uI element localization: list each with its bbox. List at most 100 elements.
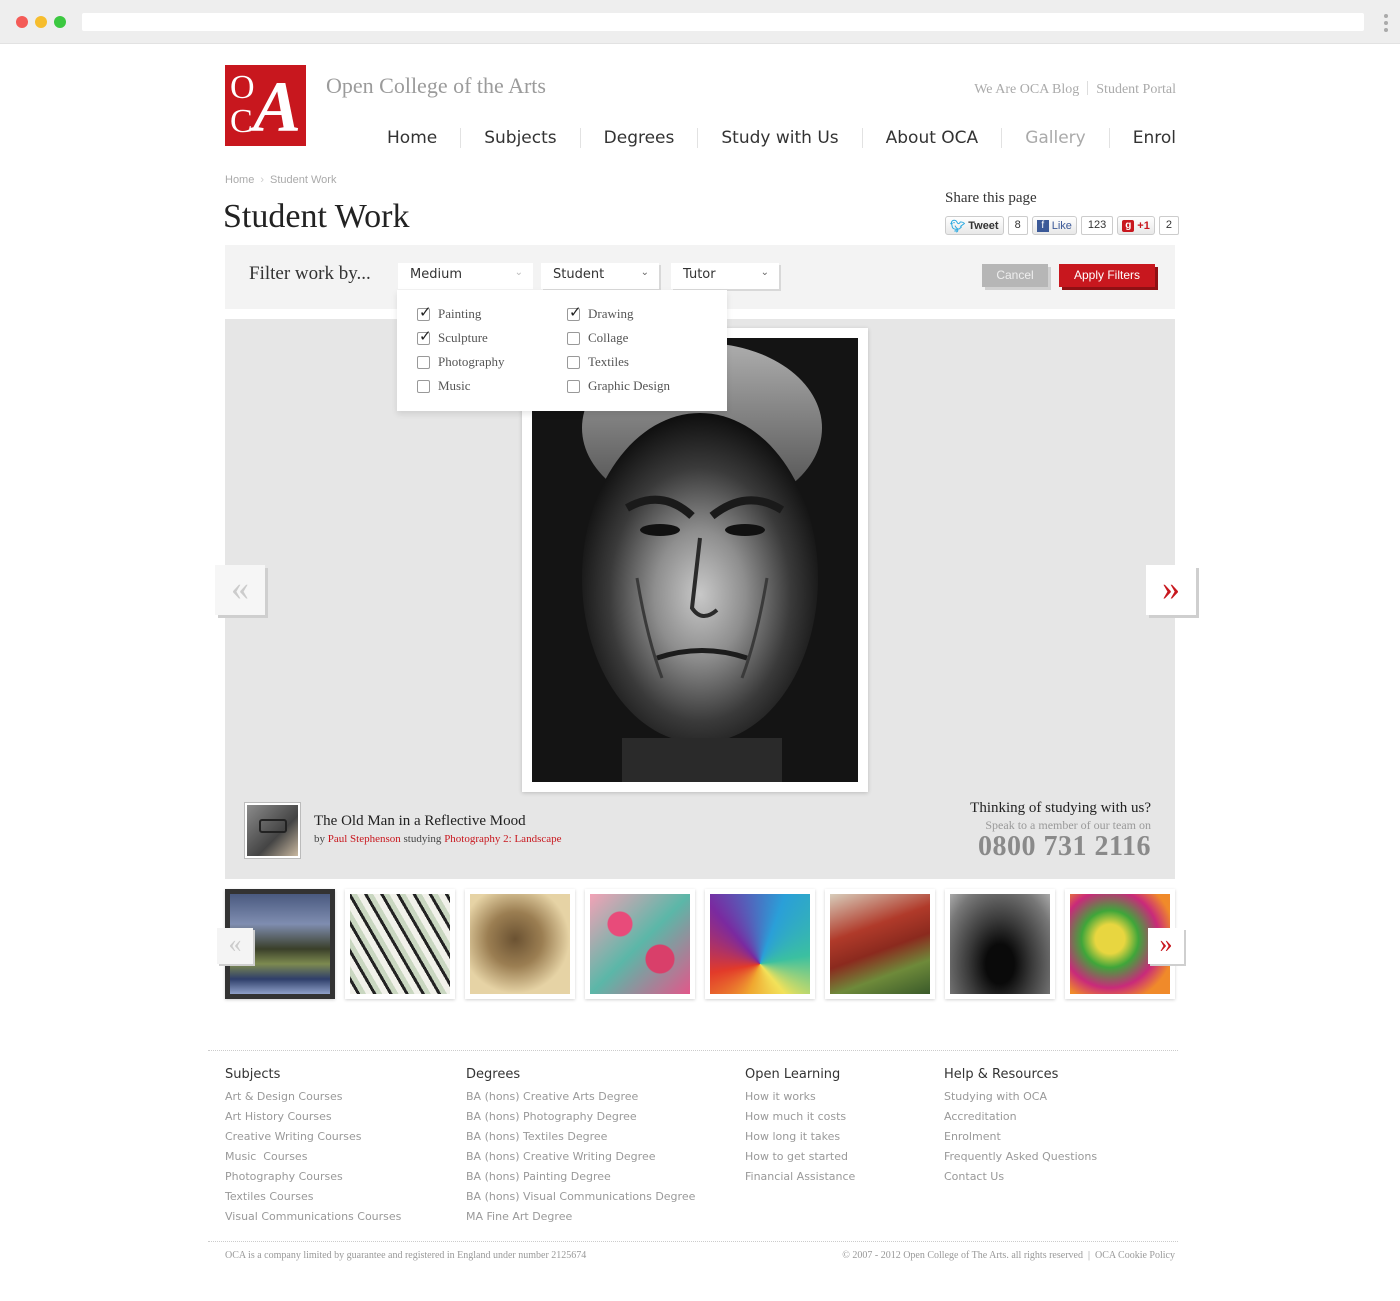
- site-title[interactable]: Open College of the Arts: [326, 73, 546, 99]
- artist-avatar[interactable]: [244, 802, 301, 859]
- option-graphic-design[interactable]: Graphic Design: [567, 378, 670, 394]
- checkbox[interactable]: [567, 331, 580, 345]
- nav-gallery[interactable]: Gallery: [1025, 128, 1086, 148]
- checkbox[interactable]: ✓: [417, 327, 432, 345]
- nav-subjects[interactable]: Subjects: [484, 128, 556, 148]
- contact-promo: Thinking of studying with us? Speak to a…: [970, 800, 1151, 863]
- facebook-like-button[interactable]: f Like: [1031, 216, 1077, 235]
- footer-link[interactable]: How long it takes: [745, 1127, 855, 1147]
- thumbnails-previous-button[interactable]: «: [217, 928, 253, 964]
- nav-enrol[interactable]: Enrol: [1133, 128, 1176, 148]
- footer-column-open-learning: Open Learning How it works How much it c…: [745, 1067, 855, 1187]
- footer-link[interactable]: BA (hons) Creative Arts Degree: [466, 1087, 695, 1107]
- nav-degrees[interactable]: Degrees: [604, 128, 675, 148]
- artist-link[interactable]: Paul Stephenson: [328, 833, 401, 845]
- footer-link[interactable]: How much it costs: [745, 1107, 855, 1127]
- medium-select[interactable]: Medium ⌄: [398, 263, 533, 289]
- like-count: 123: [1080, 216, 1114, 235]
- course-link[interactable]: Photography 2: Landscape: [444, 833, 561, 845]
- apply-filters-button[interactable]: Apply Filters: [1059, 264, 1155, 287]
- breadcrumb-home[interactable]: Home: [225, 174, 254, 186]
- footer-link[interactable]: BA (hons) Textiles Degree: [466, 1127, 695, 1147]
- checkbox[interactable]: ✓: [417, 303, 432, 321]
- medium-dropdown-panel: ✓ Painting ✓ Sculpture Photography Music ✓…: [397, 290, 727, 411]
- student-portal-link[interactable]: Student Portal: [1096, 82, 1176, 97]
- divider: [1087, 81, 1089, 95]
- thumbnail-abstract-color[interactable]: [705, 889, 815, 999]
- option-collage[interactable]: Collage: [567, 330, 628, 346]
- next-artwork-button[interactable]: »: [1146, 565, 1196, 615]
- promo-phone[interactable]: 0800 731 2116: [970, 831, 1151, 863]
- footer-link[interactable]: BA (hons) Visual Communications Degree: [466, 1187, 695, 1207]
- footer-link[interactable]: Textiles Courses: [225, 1187, 401, 1207]
- thumbnail-dark-object[interactable]: [945, 889, 1055, 999]
- footer-divider: [208, 1050, 1178, 1051]
- option-textiles[interactable]: Textiles: [567, 354, 629, 370]
- footer-link[interactable]: Visual Communications Courses: [225, 1207, 401, 1227]
- address-bar[interactable]: [82, 13, 1364, 31]
- thumbnail-warrior[interactable]: [825, 889, 935, 999]
- option-sculpture[interactable]: ✓ Sculpture: [417, 327, 488, 346]
- google-plus-one-button[interactable]: g +1: [1117, 216, 1155, 235]
- footer-link[interactable]: Art & Design Courses: [225, 1087, 401, 1107]
- footer-link[interactable]: Frequently Asked Questions: [944, 1147, 1097, 1167]
- thumbnail-tiger[interactable]: [345, 889, 455, 999]
- footer-link[interactable]: How to get started: [745, 1147, 855, 1167]
- blog-link[interactable]: We Are OCA Blog: [974, 82, 1079, 97]
- nav-divider: [1001, 128, 1003, 148]
- tweet-button[interactable]: 🐦︎ Tweet: [945, 216, 1004, 235]
- checkbox[interactable]: ✓: [567, 303, 582, 321]
- check-icon: ✓: [569, 302, 582, 321]
- footer-link[interactable]: Music Courses: [225, 1147, 401, 1167]
- nav-about-oca[interactable]: About OCA: [886, 128, 979, 148]
- option-drawing[interactable]: ✓ Drawing: [567, 303, 634, 322]
- option-painting[interactable]: ✓ Painting: [417, 303, 481, 322]
- browser-chrome: [0, 0, 1400, 44]
- checkbox[interactable]: [417, 355, 430, 369]
- oca-logo[interactable]: O C A: [225, 65, 306, 146]
- nav-divider: [460, 128, 462, 148]
- share-panel: Share this page 🐦︎ Tweet 8 f Like 123 g +1 …: [945, 190, 1179, 235]
- footer-link[interactable]: Photography Courses: [225, 1167, 401, 1187]
- footer-link[interactable]: Enrolment: [944, 1127, 1097, 1147]
- more-menu-icon[interactable]: [1384, 14, 1388, 35]
- footer-link[interactable]: MA Fine Art Degree: [466, 1207, 695, 1227]
- close-window-icon[interactable]: [16, 16, 28, 28]
- checkbox[interactable]: [567, 355, 580, 369]
- checkbox[interactable]: [417, 379, 430, 393]
- footer-divider: [208, 1241, 1178, 1242]
- cookie-policy-link[interactable]: OCA Cookie Policy: [1095, 1250, 1175, 1261]
- footer-link[interactable]: Accreditation: [944, 1107, 1097, 1127]
- footer-link[interactable]: BA (hons) Creative Writing Degree: [466, 1147, 695, 1167]
- option-photography[interactable]: Photography: [417, 354, 504, 370]
- footer-link[interactable]: Contact Us: [944, 1167, 1097, 1187]
- nav-home[interactable]: Home: [387, 128, 437, 148]
- maximize-window-icon[interactable]: [54, 16, 66, 28]
- minimize-window-icon[interactable]: [35, 16, 47, 28]
- student-select[interactable]: Student ⌄: [541, 263, 659, 289]
- thumbnails-next-button[interactable]: »: [1148, 928, 1184, 964]
- share-buttons: 🐦︎ Tweet 8 f Like 123 g +1 2: [945, 216, 1179, 235]
- tutor-select[interactable]: Tutor ⌄: [671, 263, 779, 289]
- footer-link[interactable]: Financial Assistance: [745, 1167, 855, 1187]
- nav-divider: [1108, 128, 1110, 148]
- cancel-button[interactable]: Cancel: [982, 264, 1048, 287]
- main-nav: Home Subjects Degrees Study with Us Abou…: [387, 128, 1176, 148]
- nav-study-with-us[interactable]: Study with Us: [721, 128, 838, 148]
- footer-link[interactable]: How it works: [745, 1087, 855, 1107]
- previous-artwork-button[interactable]: «: [215, 565, 265, 615]
- footer-link[interactable]: BA (hons) Painting Degree: [466, 1167, 695, 1187]
- footer-link[interactable]: Studying with OCA: [944, 1087, 1097, 1107]
- footer-link[interactable]: BA (hons) Photography Degree: [466, 1107, 695, 1127]
- double-chevron-down-icon: ⌄: [640, 267, 649, 278]
- checkbox[interactable]: [567, 379, 580, 393]
- thumbnail-pink-pattern[interactable]: [585, 889, 695, 999]
- footer-link[interactable]: Creative Writing Courses: [225, 1127, 401, 1147]
- top-links: We Are OCA Blog Student Portal: [974, 81, 1176, 98]
- thumbnail-elephant[interactable]: [465, 889, 575, 999]
- footer-heading: Subjects: [225, 1067, 281, 1082]
- option-music[interactable]: Music: [417, 378, 471, 394]
- footer-heading: Help & Resources: [944, 1067, 1059, 1082]
- footer-column-degrees: Degrees BA (hons) Creative Arts Degree B…: [466, 1067, 695, 1227]
- footer-link[interactable]: Art History Courses: [225, 1107, 401, 1127]
